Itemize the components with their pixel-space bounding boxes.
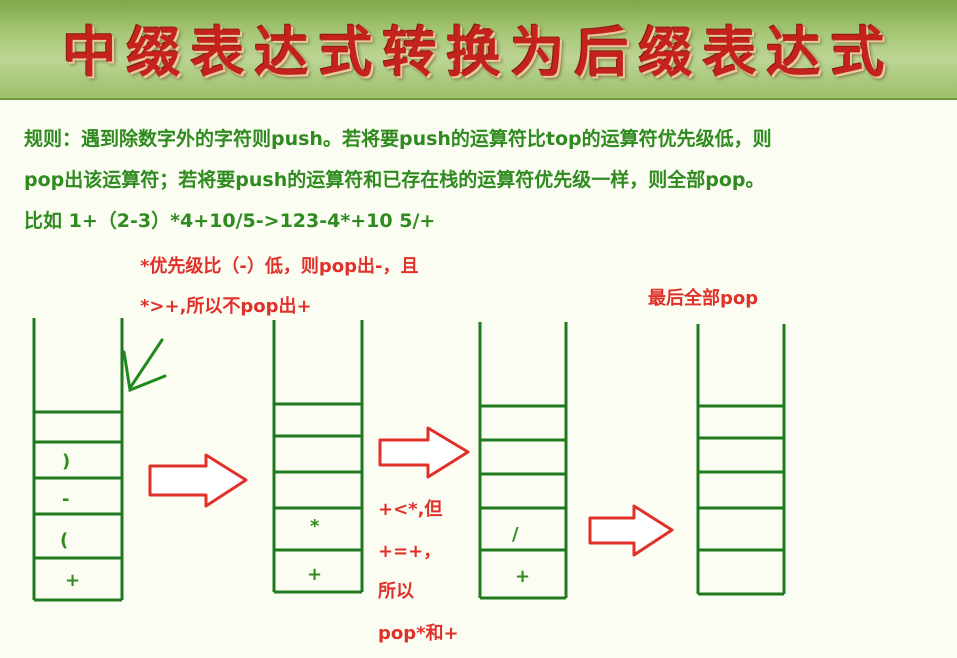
stack-2: [272, 320, 364, 594]
stack-2-cell-4: *: [310, 516, 320, 537]
stack-3-cell-4: /: [512, 524, 519, 545]
down-left-arrow-icon: [122, 338, 167, 393]
stack-1-cell-3: -: [62, 489, 69, 510]
stack-1-cell-4: (: [60, 530, 68, 551]
stack-3-cell-5: +: [515, 566, 530, 587]
stack-diagram: ) - ( + * + / +: [32, 318, 786, 602]
stack-2-cell-5: +: [307, 564, 322, 585]
stack-1: [32, 318, 124, 602]
stack-1-cell-2: ): [62, 451, 70, 472]
stack-4: [696, 324, 786, 596]
stack-3: [478, 322, 568, 600]
right-arrow-icon: [378, 426, 470, 479]
stack-1-cell-5: +: [65, 570, 80, 591]
right-arrow-icon: [148, 453, 248, 508]
right-arrow-icon: [588, 504, 674, 557]
